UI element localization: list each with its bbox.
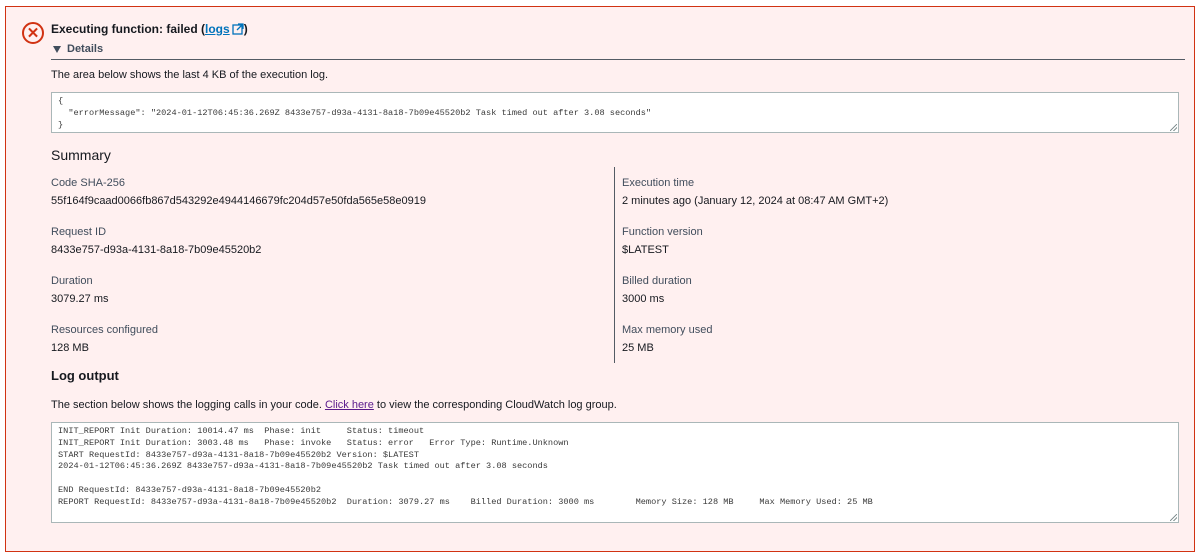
alert-title: Executing function: failed (logs) [51,22,248,36]
log-desc-prefix: The section below shows the logging call… [51,399,325,411]
exec-line: "errorMessage": "2024-01-12T06:45:36.269… [58,107,652,118]
summary-column-divider [614,167,615,363]
duration-value: 3079.27 ms [51,293,109,305]
execution-time-label: Execution time [622,177,695,189]
log-line: START RequestId: 8433e757-d93a-4131-8a18… [58,449,419,460]
log-line: INIT_REPORT Init Duration: 3003.48 ms Ph… [58,437,569,448]
title-suffix: ) [243,22,248,36]
log-line: REPORT RequestId: 8433e757-d93a-4131-8a1… [58,496,873,507]
resources-value: 128 MB [51,342,89,354]
logs-link-label: logs [205,22,230,36]
external-link-icon [232,23,244,35]
execution-result-alert: ✕ Executing function: failed (logs) Deta… [5,6,1195,552]
request-id-value: 8433e757-d93a-4131-8a18-7b09e45520b2 [51,244,262,256]
function-version-value: $LATEST [622,244,669,256]
function-version-label: Function version [622,226,703,238]
cloudwatch-link[interactable]: Click here [325,399,374,411]
max-memory-label: Max memory used [622,324,713,336]
log-line: 2024-01-12T06:45:36.269Z 8433e757-d93a-4… [58,461,548,472]
execution-time-value: 2 minutes ago (January 12, 2024 at 08:47… [622,195,889,207]
title-prefix: Executing function: failed ( [51,22,206,36]
exec-line: } [58,119,64,130]
summary-heading: Summary [51,147,111,163]
error-icon: ✕ [22,22,44,44]
max-memory-value: 25 MB [622,342,654,354]
log-output-description: The section below shows the logging call… [51,399,617,411]
caret-down-icon [53,45,61,53]
details-divider [51,59,1185,60]
code-sha-value: 55f164f9caad0066fb867d543292e4944146679f… [51,195,426,207]
execution-log-description: The area below shows the last 4 KB of th… [51,69,328,81]
log-output-textarea[interactable]: INIT_REPORT Init Duration: 10014.47 ms P… [51,422,1179,523]
details-expander[interactable]: Details [53,43,103,55]
log-output-heading: Log output [51,368,119,383]
details-label: Details [67,43,104,55]
request-id-label: Request ID [51,226,107,238]
billed-duration-value: 3000 ms [622,293,665,305]
log-line: END RequestId: 8433e757-d93a-4131-8a18-7… [58,484,322,495]
logs-link[interactable]: logs [205,22,244,36]
log-line: INIT_REPORT Init Duration: 10014.47 ms P… [58,426,425,436]
resize-handle-icon[interactable] [1170,514,1177,521]
billed-duration-label: Billed duration [622,275,692,287]
code-sha-label: Code SHA-256 [51,177,125,189]
resources-label: Resources configured [51,324,159,336]
execution-log-textarea[interactable]: { "errorMessage": "2024-01-12T06:45:36.2… [51,92,1179,133]
log-desc-suffix: to view the corresponding CloudWatch log… [373,399,617,411]
duration-label: Duration [51,275,93,287]
resize-handle-icon[interactable] [1170,124,1177,131]
exec-line: { [58,96,64,106]
